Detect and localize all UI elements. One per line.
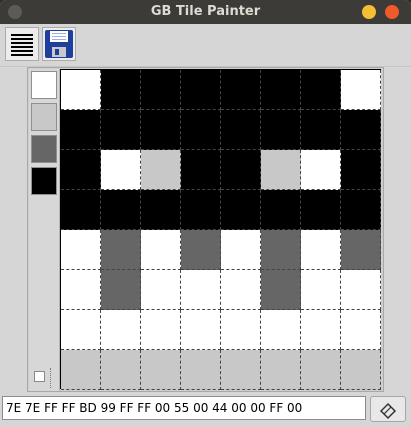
- tile-pixel[interactable]: [181, 110, 221, 150]
- save-icon: [45, 30, 73, 58]
- tile-pixel[interactable]: [261, 230, 301, 270]
- tile-pixel[interactable]: [101, 190, 141, 230]
- palette-panel: [29, 69, 60, 391]
- tile-pixel[interactable]: [261, 150, 301, 190]
- minimize-button[interactable]: [362, 5, 376, 19]
- tile-pixel[interactable]: [141, 70, 181, 110]
- window-title: GB Tile Painter: [150, 4, 261, 19]
- tile-pixel[interactable]: [181, 350, 221, 390]
- tile-pixel[interactable]: [61, 310, 101, 350]
- tile-pixel[interactable]: [101, 270, 141, 310]
- tile-pixel[interactable]: [261, 70, 301, 110]
- palette-swatch-2[interactable]: [31, 135, 57, 163]
- tile-pixel[interactable]: [181, 190, 221, 230]
- toolbar: [0, 24, 411, 67]
- tile-pixel[interactable]: [61, 270, 101, 310]
- tile-pixel[interactable]: [341, 70, 381, 110]
- tile-pixel[interactable]: [221, 190, 261, 230]
- tile-pixel[interactable]: [341, 350, 381, 390]
- tile-pixel[interactable]: [341, 150, 381, 190]
- tile-pixel[interactable]: [181, 230, 221, 270]
- palette-swatch-3[interactable]: [31, 167, 57, 195]
- status-bar: 7E 7E FF FF BD 99 FF FF 00 55 00 44 00 0…: [0, 394, 411, 427]
- tile-pixel[interactable]: [221, 70, 261, 110]
- tile-pixel[interactable]: [261, 190, 301, 230]
- tile-pixel[interactable]: [221, 110, 261, 150]
- tile-pixel[interactable]: [301, 230, 341, 270]
- tile-pixel[interactable]: [141, 190, 181, 230]
- tile-pixel[interactable]: [301, 110, 341, 150]
- menu-icon: [11, 34, 33, 56]
- tile-pixel[interactable]: [141, 310, 181, 350]
- tile-pixel[interactable]: [301, 310, 341, 350]
- tile-pixel[interactable]: [101, 350, 141, 390]
- tile-pixel[interactable]: [341, 310, 381, 350]
- tile-pixel[interactable]: [141, 350, 181, 390]
- tile-canvas[interactable]: [60, 69, 381, 390]
- tile-pixel[interactable]: [181, 70, 221, 110]
- save-button[interactable]: [42, 27, 76, 61]
- palette-swatch-1[interactable]: [31, 103, 57, 131]
- tile-pixel[interactable]: [181, 150, 221, 190]
- clear-button[interactable]: [370, 396, 406, 422]
- tile-pixel[interactable]: [141, 270, 181, 310]
- tile-pixel[interactable]: [221, 270, 261, 310]
- tile-pixel[interactable]: [301, 350, 341, 390]
- tile-pixel[interactable]: [221, 350, 261, 390]
- tile-pixel[interactable]: [61, 230, 101, 270]
- tile-pixel[interactable]: [181, 310, 221, 350]
- tile-pixel[interactable]: [221, 150, 261, 190]
- tile-pixel[interactable]: [181, 270, 221, 310]
- tile-pixel[interactable]: [101, 110, 141, 150]
- palette-swatch-0[interactable]: [31, 71, 57, 99]
- app-window: GB Tile Painter 7E 7E FF FF BD 99 FF FF …: [0, 0, 411, 427]
- tile-pixel[interactable]: [301, 270, 341, 310]
- tile-pixel[interactable]: [221, 310, 261, 350]
- tile-pixel[interactable]: [261, 310, 301, 350]
- tile-pixel[interactable]: [101, 230, 141, 270]
- tile-pixel[interactable]: [261, 110, 301, 150]
- tile-pixel[interactable]: [61, 350, 101, 390]
- tile-pixel[interactable]: [301, 150, 341, 190]
- tile-pixel[interactable]: [221, 230, 261, 270]
- tile-pixel[interactable]: [61, 150, 101, 190]
- tile-pixel[interactable]: [61, 190, 101, 230]
- resize-grip[interactable]: [50, 368, 53, 388]
- tile-pixel[interactable]: [61, 110, 101, 150]
- tile-pixel[interactable]: [261, 270, 301, 310]
- tile-pixel[interactable]: [261, 350, 301, 390]
- tile-pixel[interactable]: [341, 190, 381, 230]
- menu-button[interactable]: [5, 27, 39, 61]
- eraser-icon: [379, 402, 397, 420]
- tile-pixel[interactable]: [61, 70, 101, 110]
- tile-pixel[interactable]: [301, 70, 341, 110]
- title-bar: GB Tile Painter: [0, 0, 411, 24]
- tile-pixel[interactable]: [141, 110, 181, 150]
- tile-pixel[interactable]: [101, 310, 141, 350]
- close-button[interactable]: [385, 5, 399, 19]
- tile-pixel[interactable]: [101, 150, 141, 190]
- tile-pixel[interactable]: [141, 150, 181, 190]
- tile-pixel[interactable]: [341, 230, 381, 270]
- tile-pixel[interactable]: [341, 110, 381, 150]
- tile-pixel[interactable]: [301, 190, 341, 230]
- hex-data-field[interactable]: 7E 7E FF FF BD 99 FF FF 00 55 00 44 00 0…: [2, 396, 366, 420]
- tile-pixel[interactable]: [141, 230, 181, 270]
- palette-checkbox[interactable]: [34, 371, 45, 382]
- tile-pixel[interactable]: [101, 70, 141, 110]
- tile-pixel[interactable]: [341, 270, 381, 310]
